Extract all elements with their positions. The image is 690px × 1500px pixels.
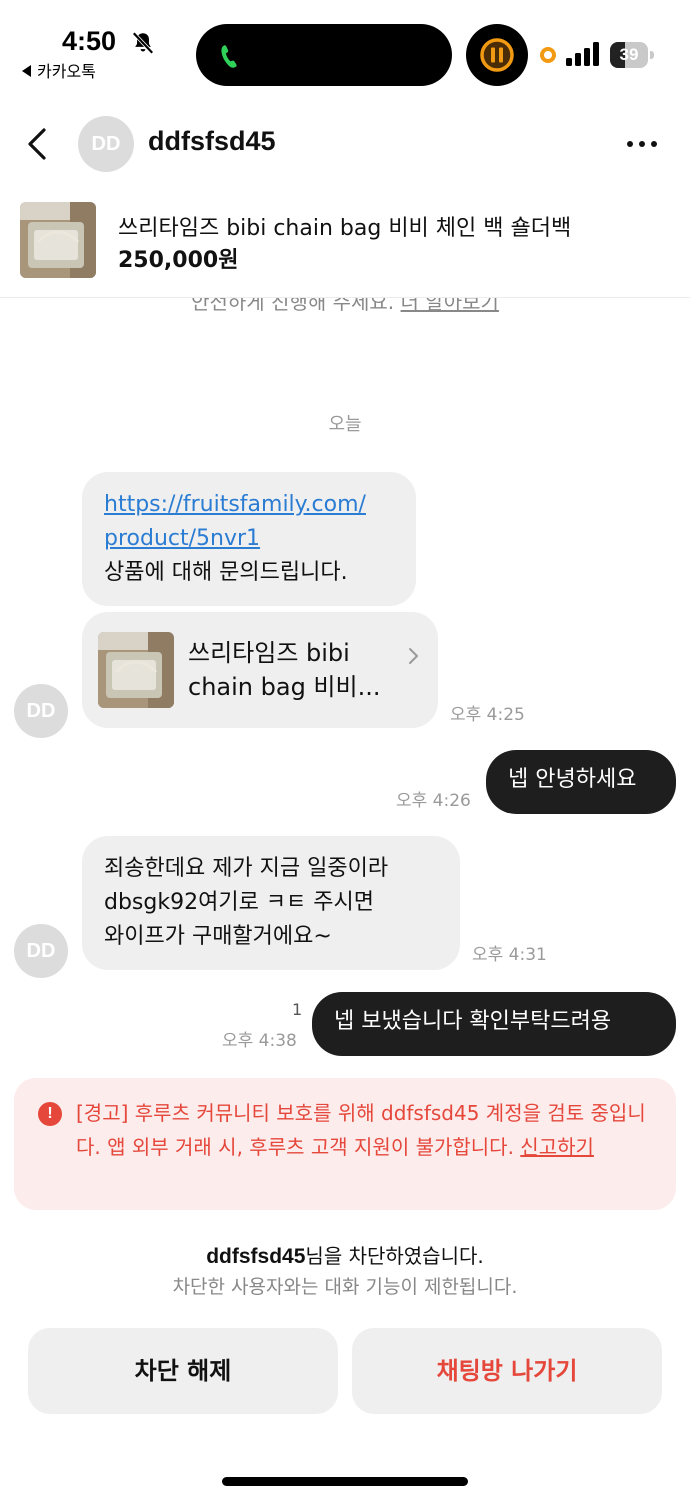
- bag-photo-icon: [98, 632, 174, 708]
- sender-avatar[interactable]: DD: [14, 684, 68, 738]
- chevron-right-icon: [409, 648, 418, 664]
- back-arrow-icon: [22, 65, 31, 77]
- leave-chat-button[interactable]: 채팅방 나가기: [352, 1328, 662, 1414]
- back-app-label: 카카오톡: [37, 62, 96, 81]
- message-text-line: 와이프가 구매할거에요~: [104, 924, 332, 949]
- message-text-line: 죄송한데요 제가 지금 일중이라: [104, 856, 389, 881]
- bell-off-icon: [132, 31, 154, 55]
- unread-count: 1: [292, 1000, 303, 1019]
- product-price: 250,000원: [118, 248, 239, 273]
- incoming-message[interactable]: 죄송한데요 제가 지금 일중이라 dbsgk92여기로 ㅋㅌ 주시면 와이프가 …: [82, 836, 460, 970]
- message-timestamp: 오후 4:25: [450, 705, 525, 725]
- message-link[interactable]: https://fruitsfamily.com/: [104, 488, 394, 522]
- blocked-notice: ddfsfsd45님을 차단하였습니다.: [0, 1240, 690, 1269]
- warning-banner: ! [경고] 후루츠 커뮤니티 보호를 위해 ddfsfsd45 계정을 검토 …: [14, 1078, 676, 1210]
- incoming-message[interactable]: https://fruitsfamily.com/ product/5nvr1 …: [82, 472, 416, 606]
- recording-dot-icon: [540, 47, 556, 63]
- product-thumbnail[interactable]: [20, 202, 96, 278]
- sender-avatar[interactable]: DD: [14, 924, 68, 978]
- bag-photo-icon: [20, 202, 96, 278]
- header-avatar[interactable]: DD: [78, 116, 134, 172]
- home-indicator[interactable]: [222, 1477, 468, 1486]
- product-card-thumbnail: [98, 632, 174, 708]
- message-timestamp: 오후 4:31: [472, 945, 547, 965]
- safety-notice-text: 안전하게 진행해 주세요.: [191, 298, 395, 314]
- alert-icon: !: [38, 1102, 62, 1126]
- product-card-message[interactable]: 쓰리타임즈 bibi chain bag 비비...: [82, 612, 438, 728]
- date-separator: 오늘: [328, 414, 362, 435]
- chat-partner-username[interactable]: ddfsfsd45: [148, 126, 276, 157]
- battery-icon: 39: [610, 42, 654, 68]
- battery-level: 39: [619, 45, 639, 64]
- message-timestamp: 오후 4:26: [396, 791, 471, 811]
- product-title[interactable]: 쓰리타임즈 bibi chain bag 비비 체인 백 숄더백: [118, 210, 571, 242]
- report-link[interactable]: 신고하기: [520, 1135, 594, 1159]
- learn-more-link[interactable]: 더 알아보기: [401, 298, 499, 314]
- message-text-line: dbsgk92여기로 ㅋㅌ 주시면: [104, 890, 374, 915]
- pause-icon[interactable]: [478, 36, 516, 74]
- back-button[interactable]: [20, 122, 60, 166]
- message-text: 상품에 대해 문의드립니다.: [104, 560, 348, 585]
- outgoing-message[interactable]: 넵 안녕하세요: [486, 750, 676, 814]
- blocked-username: ddfsfsd45: [206, 1245, 306, 1268]
- product-card-title: 쓰리타임즈 bibi chain bag 비비...: [188, 639, 381, 701]
- blocked-notice-suffix: 님을 차단하였습니다.: [305, 1244, 484, 1268]
- outgoing-message[interactable]: 넵 보냈습니다 확인부탁드려용: [312, 992, 676, 1056]
- message-timestamp: 오후 4:38: [222, 1031, 297, 1051]
- back-to-app-link[interactable]: 카카오톡: [22, 58, 96, 82]
- more-options-button[interactable]: [622, 130, 662, 158]
- blocked-subtext: 차단한 사용자와는 대화 기능이 제한됩니다.: [172, 1276, 518, 1298]
- safety-notice: 안전하게 진행해 주세요. 더 알아보기: [0, 298, 690, 316]
- signal-icon: [566, 42, 599, 66]
- phone-icon: [221, 45, 237, 68]
- message-link-continued[interactable]: product/5nvr1: [104, 522, 394, 556]
- status-time: 4:50: [62, 26, 117, 56]
- unblock-button[interactable]: 차단 해제: [28, 1328, 338, 1414]
